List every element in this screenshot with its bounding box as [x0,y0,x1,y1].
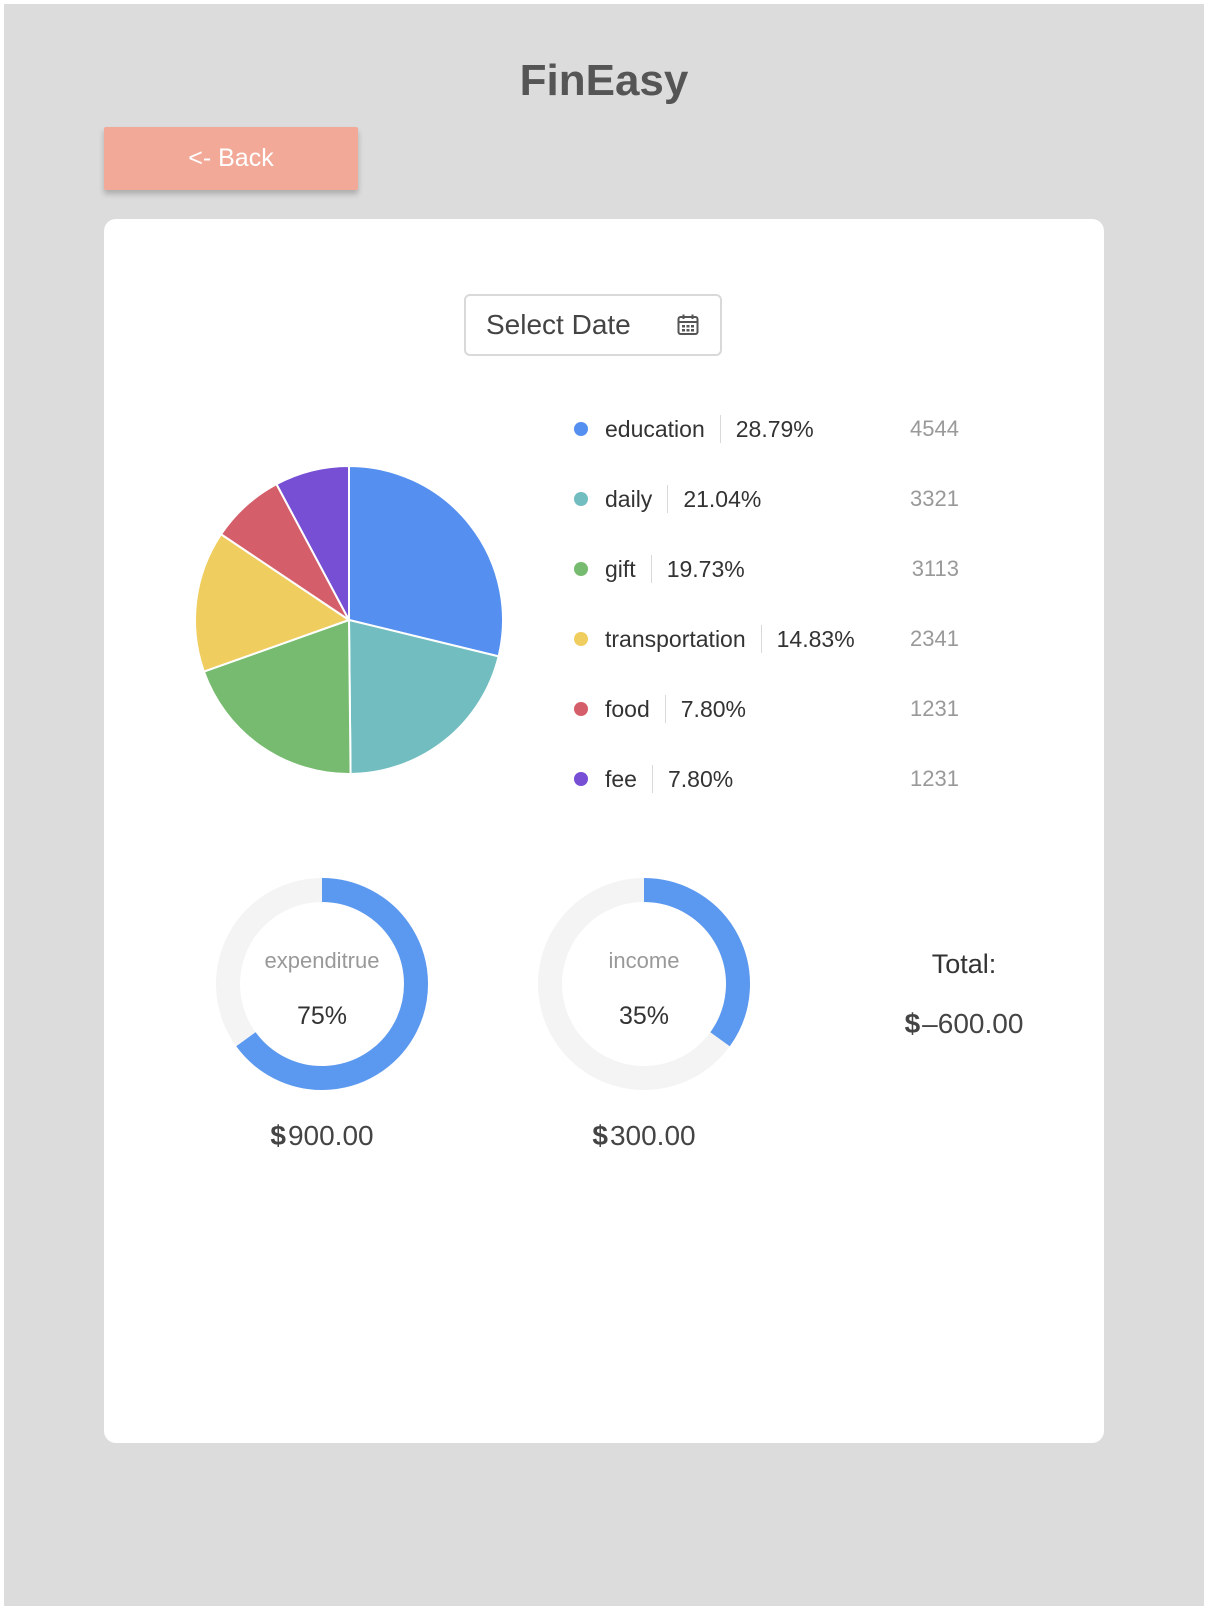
date-picker-label: Select Date [486,309,631,340]
legend-divider [760,625,762,653]
legend-divider [650,555,652,583]
legend-name: food [605,695,650,722]
legend-value: 1231 [910,766,959,791]
legend-name: daily [605,485,653,512]
legend-percent: 28.79% [735,415,814,442]
income-donut: income 35% $300.00 [534,874,754,1152]
legend-divider [719,415,721,443]
app-title: FinEasy [519,56,689,105]
legend-percent: 14.83% [776,625,855,652]
legend-item-transportation[interactable]: transportation 14.83% 2341 [574,619,974,659]
legend-item-daily[interactable]: daily 21.04% 3321 [574,479,974,519]
amount-value: 300.00 [609,1120,696,1151]
app-background: FinEasy <- Back Select Date education 28… [4,4,1204,1606]
total-label: Total: [931,949,997,979]
currency-symbol: $ [904,1008,921,1039]
legend-dot [574,562,588,576]
legend-divider [664,695,666,723]
back-button[interactable]: <- Back [104,127,358,190]
income-amount: $300.00 [534,1120,754,1152]
legend-value: 4544 [910,416,959,441]
amount-value: 900.00 [287,1120,374,1151]
expenditure-donut: expenditrue 75% $900.00 [212,874,432,1152]
category-pie-chart [194,464,504,776]
currency-symbol: $ [270,1120,286,1151]
legend-name: transportation [605,625,746,652]
legend-percent: 21.04% [683,485,762,512]
stats-card: Select Date education 28.79% 4544 daily 21.0… [104,219,1104,1443]
legend-divider [651,765,653,793]
donut-caption: income [608,948,680,973]
legend-percent: 7.80% [667,765,734,792]
legend-percent: 7.80% [680,695,746,722]
legend-dot [574,632,588,646]
donut-percent: 75% [296,1002,348,1030]
total-block: Total: $–600.00 [864,949,1064,1040]
calendar-icon [676,313,700,337]
expenditure-ring [216,878,428,1090]
legend-dot [574,772,588,786]
legend-value: 1231 [910,696,959,721]
legend-value: 2341 [910,626,959,651]
expenditure-amount: $900.00 [212,1120,432,1152]
total-value: –600.00 [922,1008,1024,1039]
legend-item-gift[interactable]: gift 19.73% 3113 [574,549,974,589]
legend-dot [574,422,588,436]
legend-dot [574,702,588,716]
donut-caption: expenditrue [264,948,380,973]
legend-name: gift [605,555,636,582]
donut-percent: 35% [618,1002,670,1030]
legend-item-food[interactable]: food 7.80% 1231 [574,689,974,729]
total-amount: $–600.00 [864,1008,1064,1040]
legend-item-education[interactable]: education 28.79% 4544 [574,409,974,449]
legend-divider [667,485,669,513]
legend-value: 3113 [911,556,959,581]
legend-item-fee[interactable]: fee 7.80% 1231 [574,759,974,799]
legend-name: fee [605,765,637,792]
income-ring [538,878,750,1090]
legend-dot [574,492,588,506]
legend-name: education [605,415,705,442]
legend-percent: 19.73% [666,555,745,582]
currency-symbol: $ [592,1120,608,1151]
legend-value: 3321 [910,486,959,511]
date-picker[interactable]: Select Date [464,294,722,356]
